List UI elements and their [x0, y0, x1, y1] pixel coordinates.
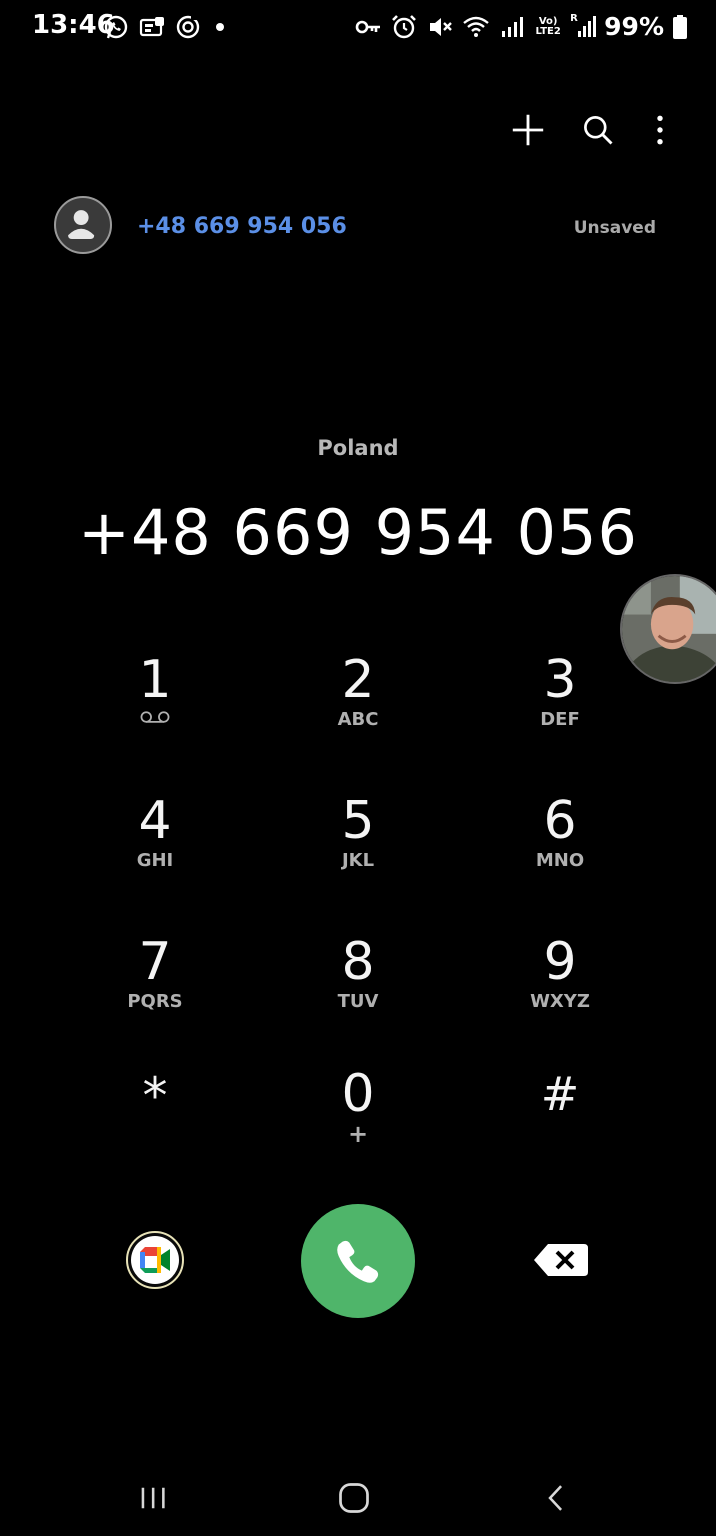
key-digit: 9	[543, 932, 577, 992]
search-button[interactable]	[576, 108, 620, 152]
country-label: Poland	[317, 436, 399, 460]
voicemail-icon	[140, 711, 170, 723]
key-letters: MNO	[535, 850, 585, 871]
signal-icon	[502, 16, 524, 37]
back-icon	[548, 1485, 563, 1511]
key-letters: ABC	[337, 709, 379, 730]
roaming-signal-icon: R	[570, 13, 597, 41]
google-meet-icon	[126, 1231, 184, 1289]
mute-icon	[430, 17, 453, 36]
key-6[interactable]: 6 MNO	[470, 793, 650, 893]
key-digit: 6	[543, 791, 577, 851]
backspace-icon	[534, 1244, 588, 1276]
lte-label: LTE2	[535, 25, 561, 37]
more-vert-icon	[657, 115, 663, 145]
key-digit: 8	[341, 932, 375, 992]
key-7[interactable]: 7 PQRS	[65, 934, 245, 1034]
person-icon	[68, 210, 95, 239]
dialed-number-field[interactable]: +48 669 954 056	[0, 496, 716, 569]
status-right-icons: Vo) LTE2 R 99%	[354, 12, 688, 41]
key-3[interactable]: 3 DEF	[470, 652, 650, 752]
avatar	[54, 196, 112, 254]
battery-icon	[673, 14, 687, 39]
key-digit: 2	[341, 650, 375, 710]
sync-icon	[176, 15, 200, 39]
key-9[interactable]: 9 WXYZ	[470, 934, 650, 1034]
more-options-button[interactable]	[638, 108, 682, 152]
phone-icon	[337, 1240, 379, 1283]
key-hash[interactable]: #	[470, 1066, 650, 1166]
unsaved-label: Unsaved	[573, 218, 656, 238]
search-icon	[584, 116, 613, 145]
volte-lte2-icon: Vo) LTE2	[534, 16, 562, 37]
wifi-icon	[463, 16, 489, 37]
key-letters: JKL	[341, 850, 375, 871]
suggested-number: +48 669 954 056	[137, 214, 347, 239]
key-8[interactable]: 8 TUV	[268, 934, 448, 1034]
home-button[interactable]	[324, 1478, 384, 1518]
navigation-bar	[0, 1460, 716, 1536]
key-5[interactable]: 5 JKL	[268, 793, 448, 893]
key-letters: DEF	[540, 709, 580, 730]
key-letters: TUV	[337, 991, 379, 1012]
key-0[interactable]: 0 +	[268, 1066, 448, 1166]
recent-apps-icon	[141, 1487, 165, 1509]
video-call-button[interactable]	[125, 1230, 185, 1290]
notification-card-icon	[139, 17, 164, 37]
key-star[interactable]: *	[65, 1066, 245, 1166]
call-button[interactable]	[301, 1204, 415, 1318]
key-letters: GHI	[136, 850, 174, 871]
key-digit: 3	[543, 650, 577, 710]
status-bar: 13:46 Vo) LTE2 R 99%	[0, 0, 716, 56]
key-digit: 5	[341, 791, 375, 851]
battery-percentage: 99%	[604, 12, 664, 41]
backspace-button[interactable]	[532, 1242, 590, 1278]
key-digit: 4	[138, 791, 172, 851]
back-button[interactable]	[526, 1478, 586, 1518]
key-digit: #	[540, 1067, 580, 1121]
key-digit: 7	[138, 932, 172, 992]
key-letters: PQRS	[127, 991, 183, 1012]
key-1[interactable]: 1	[65, 652, 245, 752]
plus-icon	[512, 114, 544, 146]
home-icon	[339, 1483, 369, 1513]
whatsapp-icon	[104, 15, 128, 39]
dot-icon	[216, 23, 224, 31]
key-digit: *	[142, 1067, 168, 1125]
recent-apps-button[interactable]	[124, 1478, 184, 1518]
key-digit: 1	[138, 650, 172, 710]
key-letters: WXYZ	[530, 991, 590, 1012]
add-contact-button[interactable]	[506, 108, 550, 152]
status-left-icons	[102, 13, 238, 41]
key-digit: 0	[341, 1064, 375, 1124]
suggested-contact-row[interactable]: +48 669 954 056 Unsaved	[40, 190, 680, 266]
vpn-key-icon	[355, 20, 381, 33]
alarm-icon	[392, 14, 417, 38]
key-letters: +	[347, 1120, 369, 1148]
key-2[interactable]: 2 ABC	[268, 652, 448, 752]
key-4[interactable]: 4 GHI	[65, 793, 245, 893]
